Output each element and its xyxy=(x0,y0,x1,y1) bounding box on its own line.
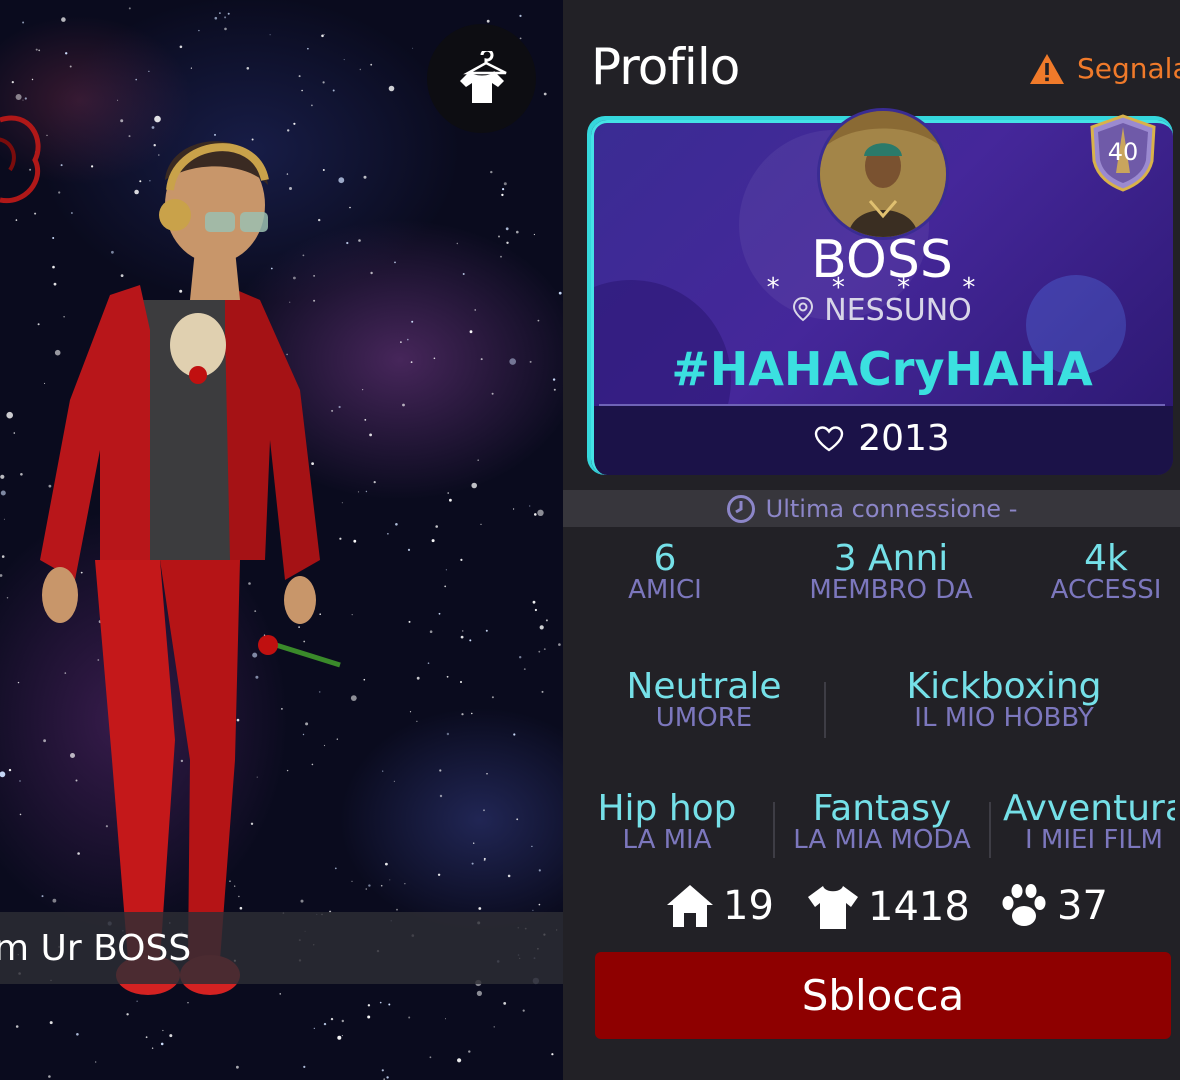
taste-value: Hip hop xyxy=(597,788,737,829)
divider xyxy=(773,802,775,858)
tshirt-hanger-icon xyxy=(459,50,507,103)
location-pin-icon xyxy=(793,296,814,322)
profile-location: NESSUNO xyxy=(591,293,1173,328)
stat-member-since: 3 Anni MEMBRO DA xyxy=(795,538,987,605)
divider xyxy=(989,802,991,858)
last-connection-bar: Ultima connessione - xyxy=(563,490,1180,527)
counter-value: 1418 xyxy=(868,884,970,930)
stat-label: MEMBRO DA xyxy=(809,575,973,605)
likes-counter[interactable]: 2013 xyxy=(591,418,1173,459)
unlock-button[interactable]: Sblocca xyxy=(595,952,1171,1039)
avatar-scene: m Ur BOSS xyxy=(0,0,563,1080)
level-badge: 40 xyxy=(1090,114,1156,192)
taste-music: Hip hop LA MIA xyxy=(587,788,747,855)
page-title: Profilo xyxy=(591,38,740,96)
trait-label: UMORE xyxy=(655,703,753,733)
stat-value: 4k xyxy=(1084,538,1128,579)
stat-logins: 4k ACCESSI xyxy=(1039,538,1173,605)
taste-value: Avventura xyxy=(1003,788,1175,829)
taste-value: Fantasy xyxy=(812,788,952,829)
profile-panel: Profilo Segnala BOSS * * * * NESSUNO #HA… xyxy=(563,0,1180,1080)
stat-label: AMICI xyxy=(628,575,702,605)
last-connection-text: Ultima connessione - xyxy=(765,494,1018,523)
stat-label: ACCESSI xyxy=(1050,575,1162,605)
warning-icon xyxy=(1030,53,1064,84)
trait-value: Kickboxing xyxy=(906,666,1102,707)
level-number: 40 xyxy=(1108,138,1139,166)
divider xyxy=(824,682,826,738)
counter-value: 37 xyxy=(1057,883,1108,929)
taste-label: I MIEI FILM xyxy=(1025,825,1163,855)
counter-outfits[interactable]: 1418 xyxy=(806,883,970,931)
trait-hobby: Kickboxing IL MIO HOBBY xyxy=(889,666,1119,733)
counter-pets[interactable]: 37 xyxy=(999,883,1108,929)
avatar-caption: m Ur BOSS xyxy=(0,928,192,969)
counter-value: 19 xyxy=(723,883,774,929)
profile-hashtag: #HAHACryHAHA xyxy=(671,342,1093,396)
trait-label: IL MIO HOBBY xyxy=(914,703,1094,733)
taste-movies: Avventura I MIEI FILM xyxy=(1003,788,1175,855)
stat-friends[interactable]: 6 AMICI xyxy=(605,538,725,605)
location-label: NESSUNO xyxy=(824,293,972,328)
taste-label: LA MIA xyxy=(622,825,712,855)
tshirt-icon xyxy=(808,886,858,929)
home-icon xyxy=(667,885,713,927)
outfit-button[interactable] xyxy=(427,24,536,133)
counter-rooms[interactable]: 19 xyxy=(665,883,774,929)
paw-icon xyxy=(1002,884,1046,926)
clock-icon xyxy=(726,494,755,523)
avatar-portrait xyxy=(820,111,946,237)
stat-value: 3 Anni xyxy=(833,538,949,579)
report-label: Segnala xyxy=(1077,52,1180,85)
taste-fashion: Fantasy LA MIA MODA xyxy=(785,788,979,855)
trait-value: Neutrale xyxy=(626,666,782,707)
taste-label: LA MIA MODA xyxy=(793,825,971,855)
card-divider xyxy=(599,404,1165,406)
stat-value: 6 xyxy=(653,538,677,579)
report-button[interactable]: Segnala xyxy=(1029,52,1180,85)
likes-count: 2013 xyxy=(858,418,950,459)
trait-mood: Neutrale UMORE xyxy=(619,666,789,733)
avatar-picture[interactable] xyxy=(817,108,949,240)
heart-icon xyxy=(814,425,844,451)
